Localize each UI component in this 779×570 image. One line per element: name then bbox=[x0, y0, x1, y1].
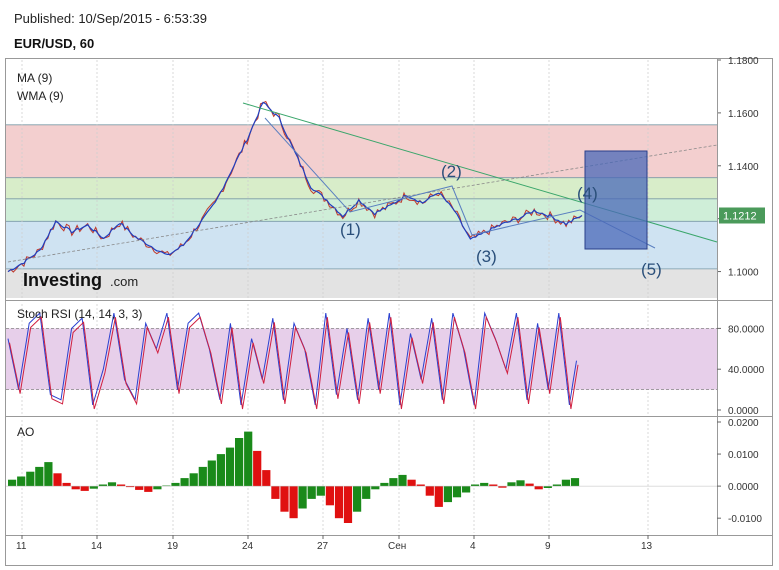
ao-bar bbox=[26, 471, 35, 487]
ao-bar bbox=[298, 486, 307, 509]
legend-wma: WMA (9) bbox=[17, 89, 64, 103]
ao-bar bbox=[35, 466, 44, 487]
ao-bar bbox=[516, 480, 525, 487]
ao-bar bbox=[235, 438, 244, 487]
price-axis-label: 1.1600 bbox=[728, 109, 759, 120]
ao-bar bbox=[425, 486, 434, 496]
ao-bar bbox=[480, 482, 489, 487]
ao-bar bbox=[17, 476, 26, 487]
ao-bar bbox=[198, 466, 207, 487]
ao-title: AO bbox=[17, 425, 34, 439]
legend-ma: MA (9) bbox=[17, 71, 52, 85]
ao-bar bbox=[561, 479, 570, 487]
ao-bar bbox=[180, 478, 189, 487]
ao-bar bbox=[44, 462, 53, 487]
x-axis-label: 4 bbox=[470, 541, 476, 552]
stoch-axis-label: 0.0000 bbox=[728, 406, 759, 417]
x-axis-label: Сен bbox=[388, 541, 406, 552]
ao-bar bbox=[443, 486, 452, 503]
ao-bar bbox=[253, 450, 262, 487]
ao-bar bbox=[289, 486, 298, 519]
ao-bar bbox=[107, 482, 117, 487]
ao-bar bbox=[507, 482, 516, 487]
ao-bar bbox=[525, 483, 534, 487]
wave-label-1: (1) bbox=[340, 220, 361, 239]
ao-bar bbox=[325, 486, 334, 506]
ao-bar bbox=[534, 486, 543, 490]
ao-bar bbox=[353, 486, 362, 512]
ao-bar bbox=[171, 482, 180, 487]
ao-bar bbox=[452, 486, 462, 498]
x-axis-label: 13 bbox=[641, 541, 653, 552]
ao-bar bbox=[189, 473, 198, 487]
ao-bar bbox=[434, 486, 443, 507]
x-axis-label: 19 bbox=[167, 541, 179, 552]
chart-canvas: 1.18001.16001.14001.12001.1000(1)(2)(3)(… bbox=[5, 56, 773, 566]
price-axis-label: 1.1400 bbox=[728, 162, 759, 173]
ao-axis-label: 0.0200 bbox=[728, 418, 759, 429]
ao-bar bbox=[389, 478, 398, 487]
stoch-rsi-title: Stoch RSI (14, 14, 3, 3) bbox=[17, 307, 142, 321]
stoch-rsi-band bbox=[6, 328, 717, 390]
ao-axis-label: 0.0100 bbox=[728, 450, 759, 461]
investing-logo-suffix: .com bbox=[110, 274, 138, 289]
ao-bar bbox=[244, 431, 253, 487]
ao-bar bbox=[62, 482, 71, 487]
ao-bar bbox=[462, 486, 471, 493]
ao-bar bbox=[398, 474, 407, 487]
ao-bar bbox=[316, 486, 325, 496]
ao-bar bbox=[334, 486, 344, 519]
stoch-axis-label: 40.0000 bbox=[728, 365, 765, 376]
ao-bar bbox=[89, 486, 98, 489]
price-axis-label: 1.1000 bbox=[728, 268, 759, 279]
price-axis-label: 1.1800 bbox=[728, 56, 759, 67]
ao-bar bbox=[380, 482, 389, 487]
wave-label-5: (5) bbox=[641, 260, 662, 279]
ao-bar bbox=[71, 486, 80, 490]
ao-bar bbox=[343, 486, 353, 523]
wave-label-4: (4) bbox=[577, 184, 598, 203]
ao-bar bbox=[207, 460, 216, 487]
ao-bar bbox=[570, 478, 580, 487]
stoch-axis-label: 80.0000 bbox=[728, 324, 765, 335]
ao-bar bbox=[144, 486, 153, 492]
ao-bar bbox=[362, 486, 371, 499]
x-axis-label: 9 bbox=[545, 541, 551, 552]
x-axis-label: 27 bbox=[317, 541, 329, 552]
ao-bar bbox=[53, 473, 62, 487]
ao-bar bbox=[80, 486, 89, 491]
ao-bar bbox=[407, 479, 416, 487]
x-axis-label: 11 bbox=[16, 541, 27, 552]
ao-bar bbox=[225, 447, 235, 487]
ao-bar bbox=[371, 486, 380, 490]
ao-bar bbox=[8, 479, 17, 487]
ao-axis-label: 0.0000 bbox=[728, 482, 759, 493]
ao-bar bbox=[262, 470, 271, 487]
last-price-value: 1.1212 bbox=[723, 210, 757, 222]
ao-bar bbox=[216, 454, 225, 487]
ao-bar bbox=[271, 486, 280, 499]
investing-logo: Investing bbox=[23, 270, 102, 290]
x-axis-label: 24 bbox=[242, 541, 254, 552]
ao-bar bbox=[153, 486, 162, 490]
ao-bar bbox=[307, 486, 316, 499]
wave-label-2: (2) bbox=[441, 162, 462, 181]
wave-label-3: (3) bbox=[476, 247, 497, 266]
ao-bar bbox=[135, 486, 144, 490]
x-axis-label: 14 bbox=[91, 541, 103, 552]
ao-bar bbox=[280, 486, 289, 512]
ao-axis-label: -0.0100 bbox=[728, 514, 762, 525]
